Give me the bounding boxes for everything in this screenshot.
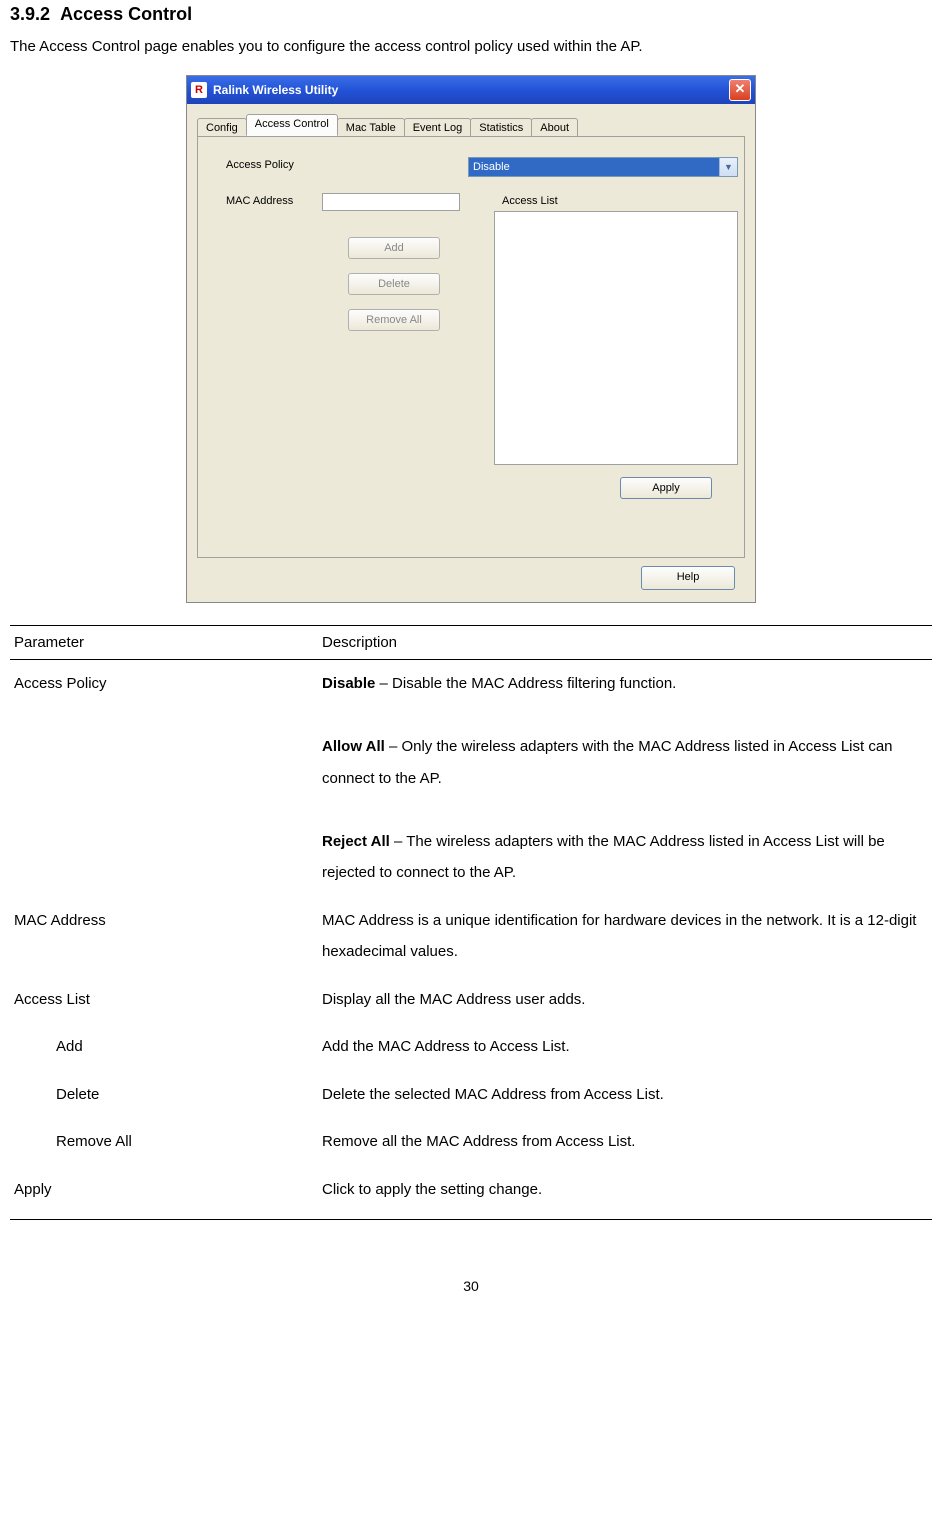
header-description: Description (318, 626, 932, 660)
access-policy-dropdown[interactable]: Disable ▼ (468, 157, 738, 177)
tab-about[interactable]: About (531, 118, 578, 137)
tab-access-control[interactable]: Access Control (246, 114, 338, 136)
help-button[interactable]: Help (641, 566, 735, 590)
param-access-policy: Access Policy (10, 660, 318, 897)
tab-event-log[interactable]: Event Log (404, 118, 472, 137)
parameter-table: Parameter Description Access Policy Disa… (10, 625, 932, 1220)
opt-allow-text: – Only the wireless adapters with the MA… (322, 738, 893, 787)
page-number: 30 (10, 1278, 932, 1294)
app-window: Ralink Wireless Utility ✕ Config Access … (186, 75, 756, 603)
apply-button[interactable]: Apply (620, 477, 712, 499)
tab-body: Access Policy Disable ▼ MAC Address Acce… (197, 136, 745, 558)
tab-mac-table[interactable]: Mac Table (337, 118, 405, 137)
window-client-area: Config Access Control Mac Table Event Lo… (187, 104, 755, 602)
param-mac-address: MAC Address (10, 897, 318, 976)
section-heading: 3.9.2 Access Control (10, 4, 932, 25)
desc-apply: Click to apply the setting change. (318, 1166, 932, 1220)
tab-config[interactable]: Config (197, 118, 247, 137)
remove-all-button[interactable]: Remove All (348, 309, 440, 331)
help-bar: Help (197, 566, 745, 590)
desc-add: Add the MAC Address to Access List. (318, 1023, 932, 1071)
table-row: Apply Click to apply the setting change. (10, 1166, 932, 1220)
desc-access-list: Display all the MAC Address user adds. (318, 976, 932, 1024)
desc-mac-address: MAC Address is a unique identification f… (318, 897, 932, 976)
window-titlebar: Ralink Wireless Utility ✕ (187, 76, 755, 104)
screenshot-figure: Ralink Wireless Utility ✕ Config Access … (10, 75, 932, 603)
table-row: Access List Display all the MAC Address … (10, 976, 932, 1024)
header-parameter: Parameter (10, 626, 318, 660)
opt-disable-label: Disable (322, 675, 375, 692)
param-delete: Delete (14, 1086, 99, 1103)
section-title-text: Access Control (60, 4, 192, 24)
chevron-down-icon: ▼ (719, 158, 737, 176)
desc-delete: Delete the selected MAC Address from Acc… (318, 1071, 932, 1119)
close-icon[interactable]: ✕ (729, 79, 751, 101)
desc-access-policy: Disable – Disable the MAC Address filter… (318, 660, 932, 897)
table-row: Remove All Remove all the MAC Address fr… (10, 1118, 932, 1166)
desc-remove-all: Remove all the MAC Address from Access L… (318, 1118, 932, 1166)
access-list-box[interactable] (494, 211, 738, 465)
opt-reject-label: Reject All (322, 833, 390, 850)
table-row: Access Policy Disable – Disable the MAC … (10, 660, 932, 897)
table-row: Add Add the MAC Address to Access List. (10, 1023, 932, 1071)
opt-reject-text: – The wireless adapters with the MAC Add… (322, 833, 885, 882)
mac-address-label: MAC Address (226, 195, 293, 207)
table-row: MAC Address MAC Address is a unique iden… (10, 897, 932, 976)
delete-button[interactable]: Delete (348, 273, 440, 295)
tabstrip: Config Access Control Mac Table Event Lo… (197, 114, 745, 136)
param-apply: Apply (10, 1166, 318, 1220)
param-access-list: Access List (10, 976, 318, 1024)
param-remove-all: Remove All (14, 1133, 132, 1150)
opt-disable-text: – Disable the MAC Address filtering func… (375, 675, 676, 692)
intro-text: The Access Control page enables you to c… (10, 35, 932, 59)
add-button[interactable]: Add (348, 237, 440, 259)
table-row: Delete Delete the selected MAC Address f… (10, 1071, 932, 1119)
mac-address-input[interactable] (322, 193, 460, 211)
window-title: Ralink Wireless Utility (213, 83, 729, 97)
section-number: 3.9.2 (10, 4, 50, 24)
access-policy-value: Disable (473, 161, 510, 173)
opt-allow-label: Allow All (322, 738, 385, 755)
access-list-label: Access List (502, 195, 558, 207)
access-policy-label: Access Policy (226, 159, 294, 171)
app-icon (191, 82, 207, 98)
tab-statistics[interactable]: Statistics (470, 118, 532, 137)
param-add: Add (14, 1038, 83, 1055)
